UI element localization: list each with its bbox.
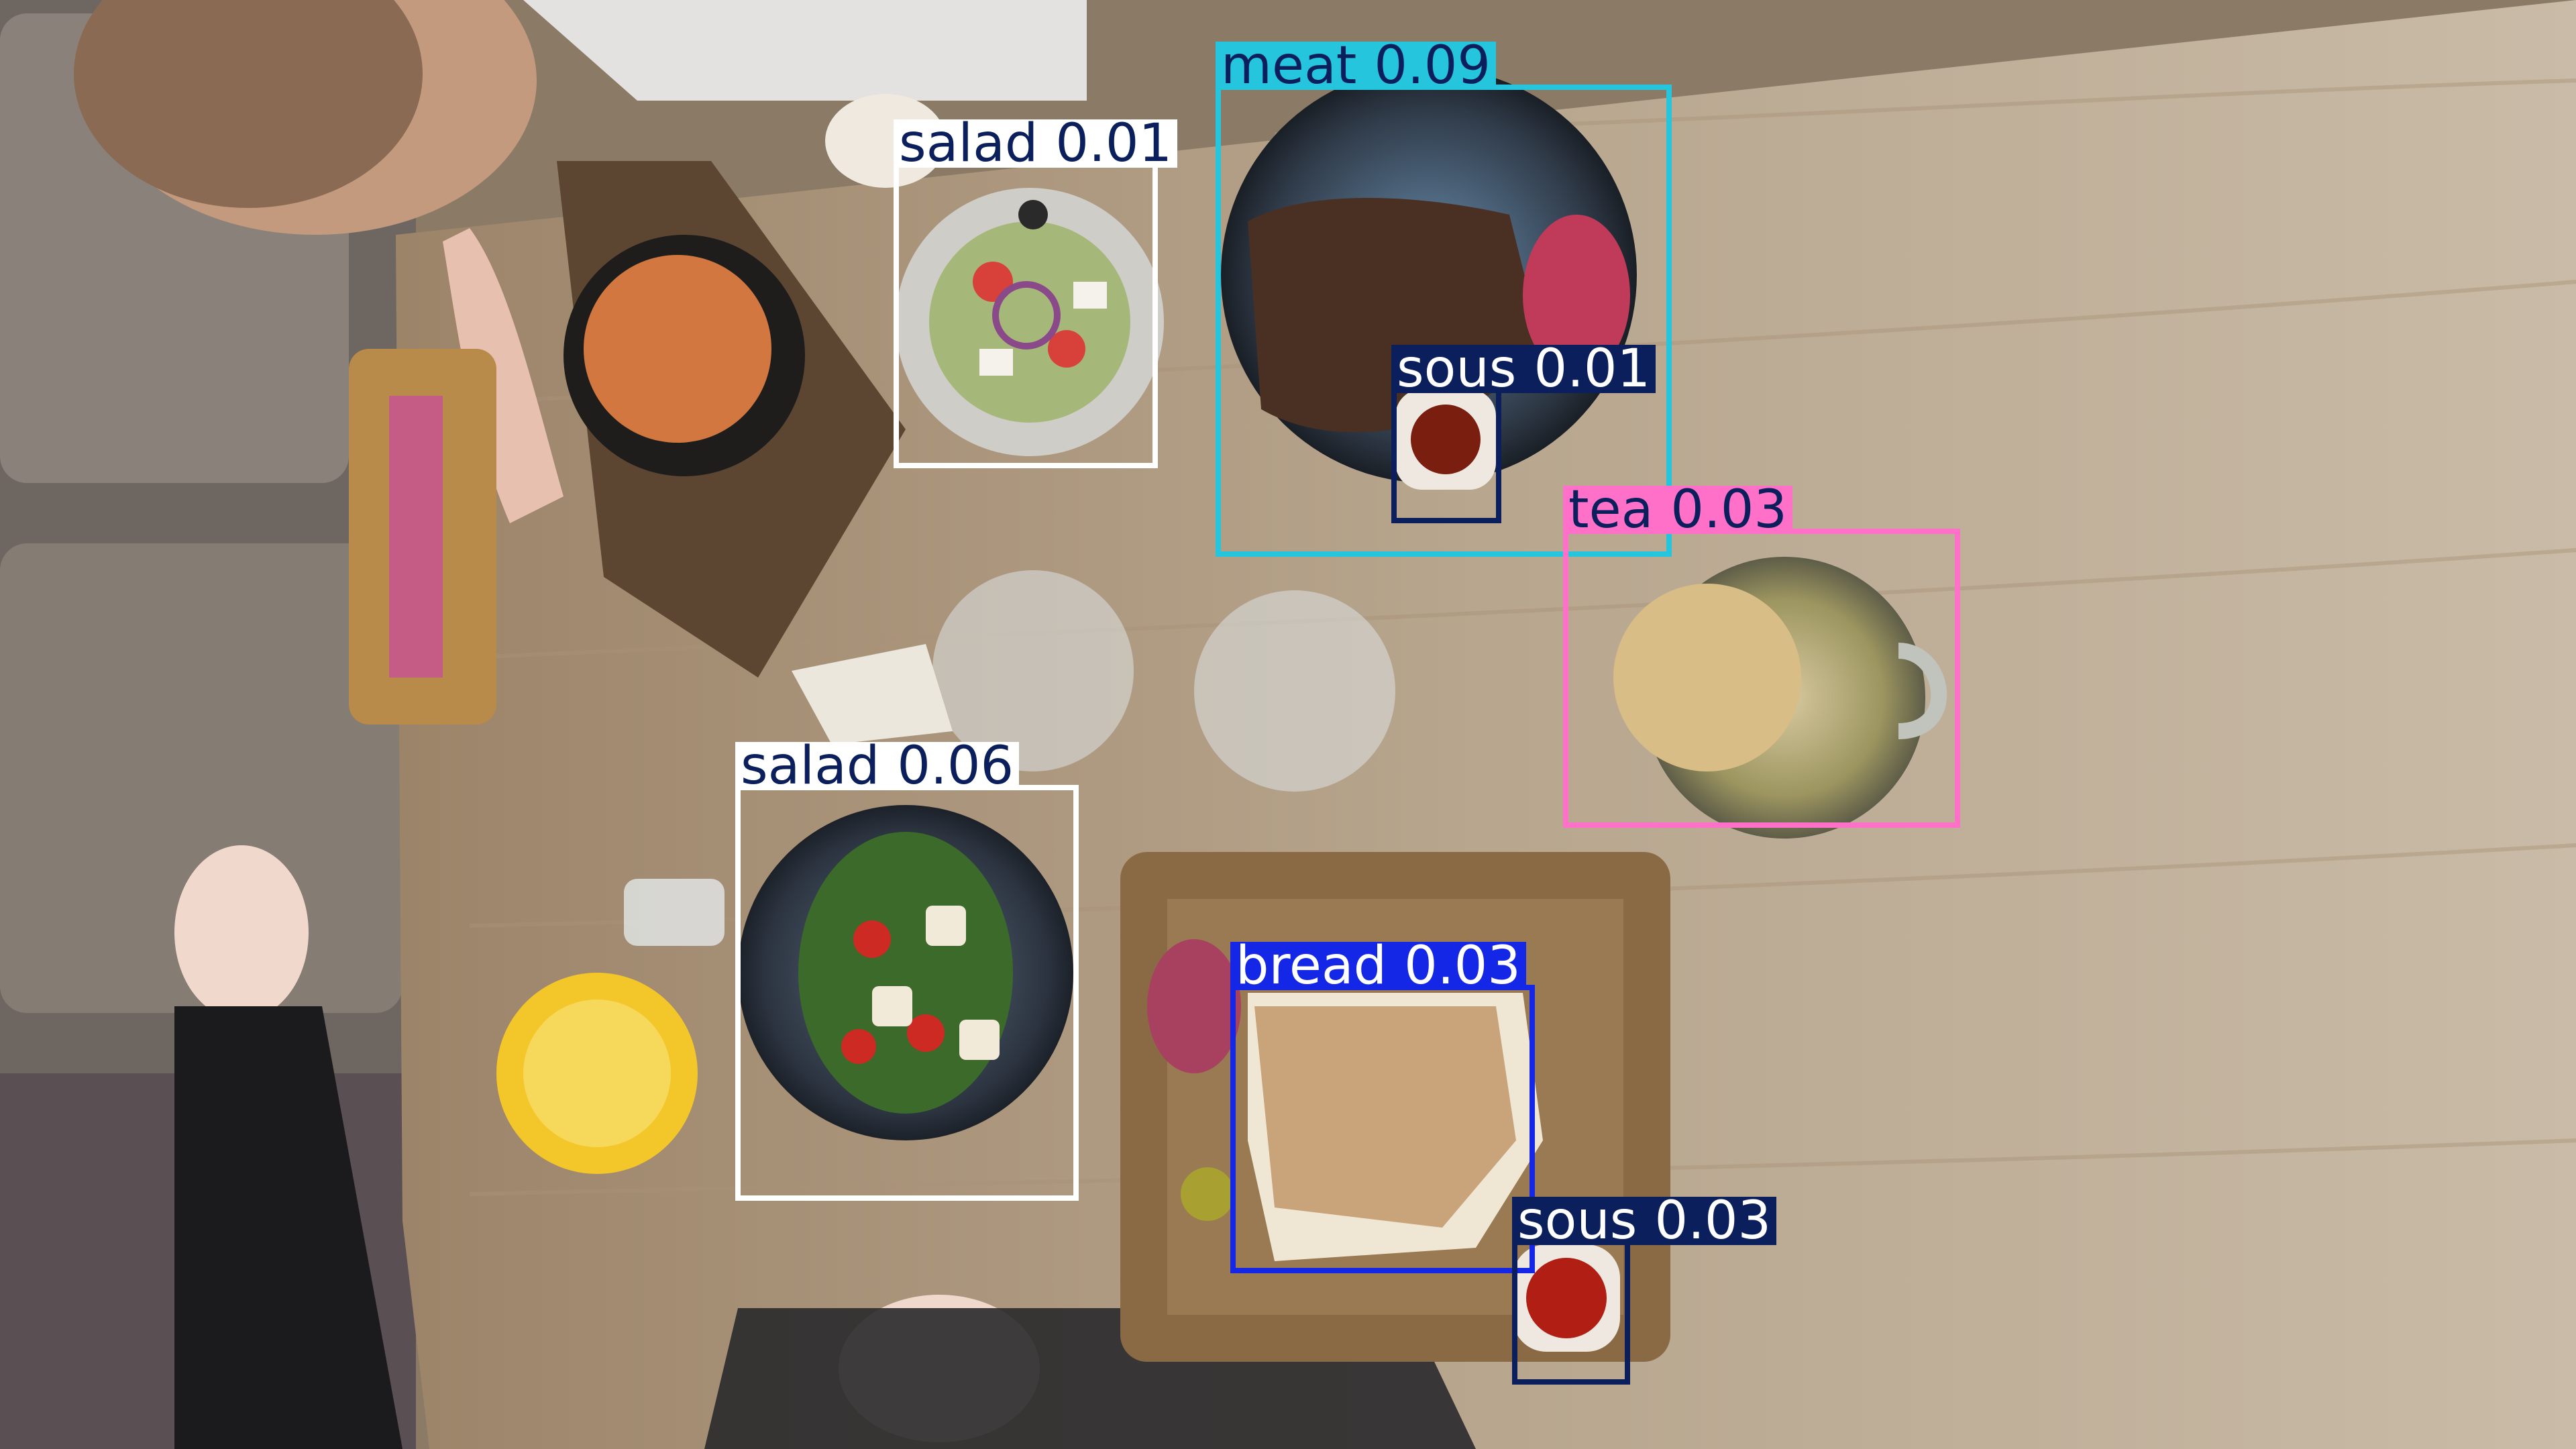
detection-tea: tea 0.03 (1563, 484, 1960, 828)
detection-label: bread 0.03 (1230, 940, 1526, 992)
person-shirt (523, 0, 1087, 101)
detection-label: meat 0.09 (1216, 40, 1497, 92)
detection-label: sous 0.03 (1512, 1195, 1777, 1247)
hand-left (174, 845, 309, 1020)
detection-label: sous 0.01 (1391, 343, 1656, 395)
soup (584, 255, 771, 443)
detection-label: salad 0.01 (894, 117, 1178, 170)
pickled-cabbage (1147, 939, 1241, 1073)
pepper (1181, 1167, 1234, 1221)
shot-glass (624, 879, 724, 946)
detection-label: salad 0.06 (735, 740, 1020, 792)
detection-salad-greek: salad 0.01 (894, 117, 1178, 468)
detection-salad-arugula: salad 0.06 (735, 740, 1079, 1201)
basket-napkin (389, 396, 443, 678)
detection-bread: bread 0.03 (1230, 940, 1535, 1273)
glass-2 (1194, 590, 1395, 792)
detection-sous-2: sous 0.03 (1512, 1195, 1777, 1385)
yellow-bowl-inner (523, 1000, 671, 1147)
detection-sous-1: sous 0.01 (1391, 343, 1656, 523)
detection-label: tea 0.03 (1563, 484, 1793, 536)
